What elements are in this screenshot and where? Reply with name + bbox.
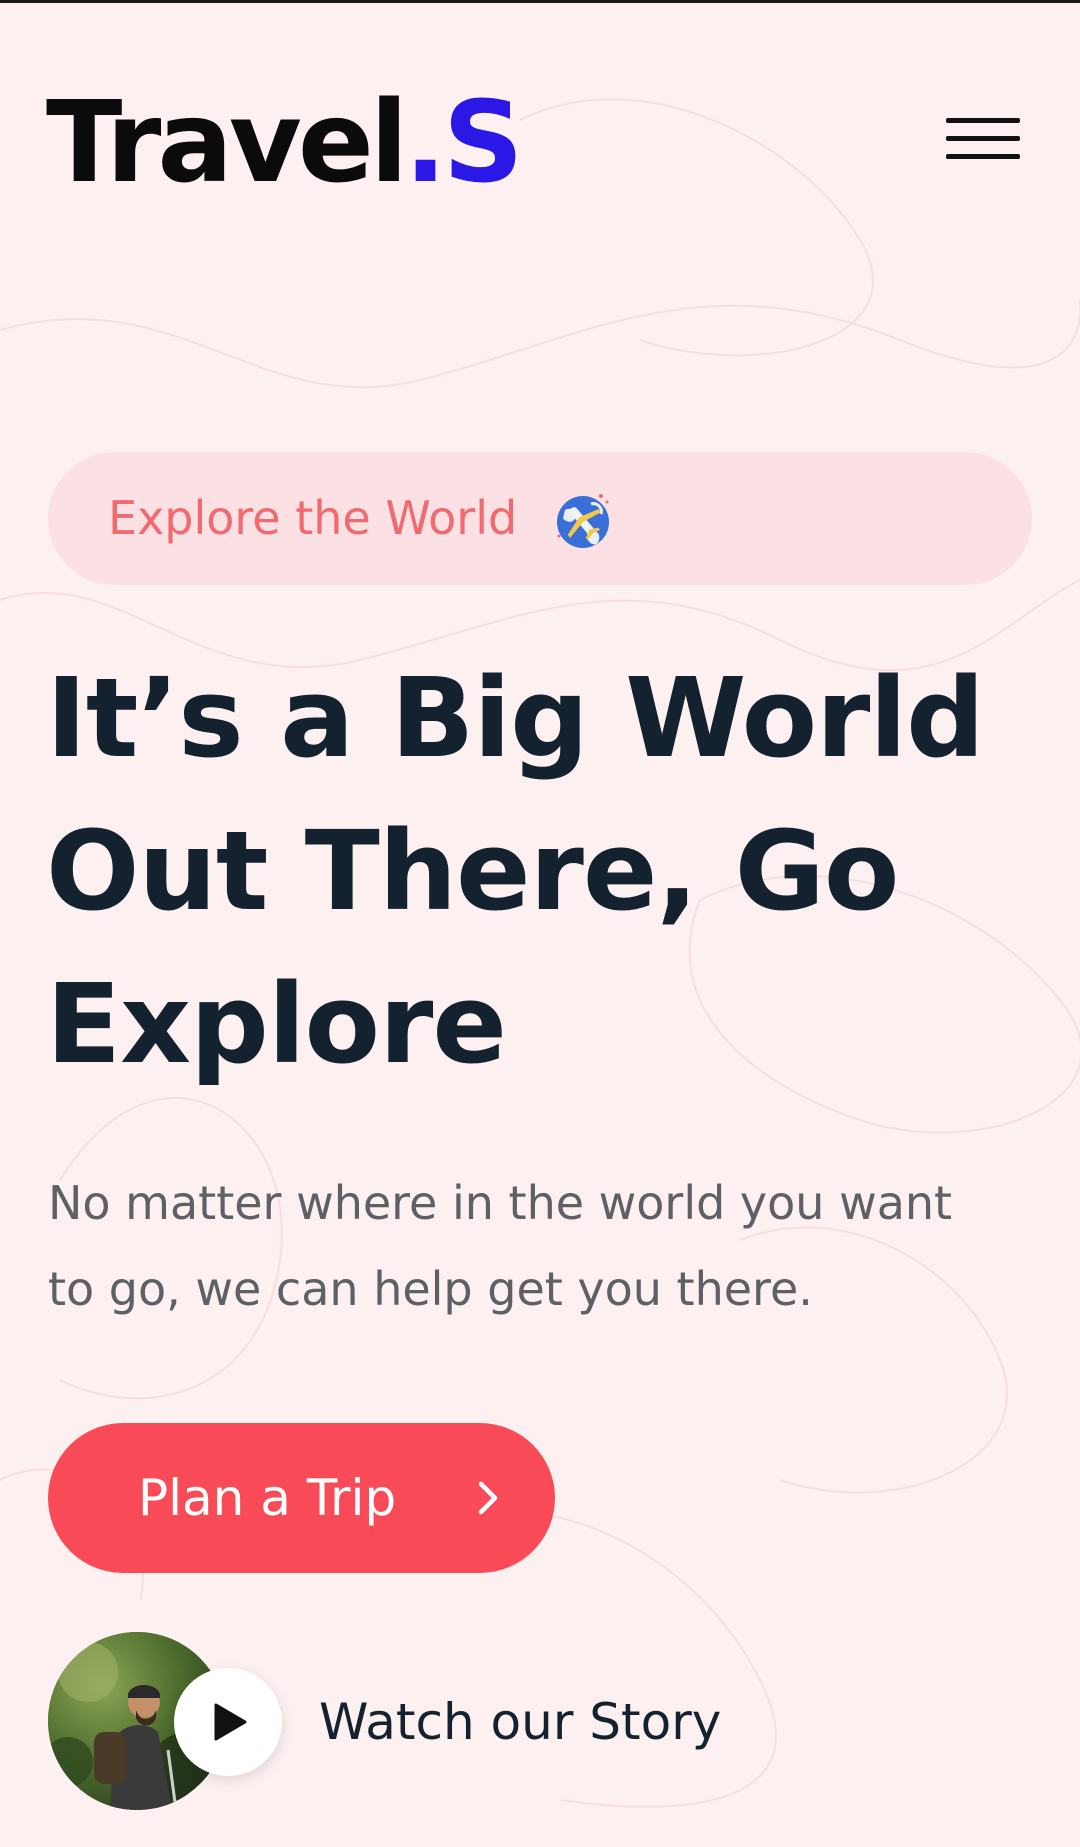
menu-bar (946, 154, 1020, 159)
play-icon (214, 1703, 247, 1741)
play-button[interactable] (174, 1668, 282, 1776)
hamburger-menu-icon[interactable] (946, 112, 1020, 162)
watch-story-section: Watch our Story (48, 1632, 848, 1812)
menu-bar (946, 136, 1020, 141)
headline-line: It’s a Big World (46, 654, 985, 782)
headline-line: Out There, Go (46, 807, 899, 935)
hero-headline: It’s a Big World Out There, Go Explore (46, 642, 1046, 1101)
chevron-right-icon (478, 1481, 498, 1515)
logo[interactable]: Travel.S (46, 78, 523, 208)
globe-airplane-icon (557, 494, 609, 548)
plan-a-trip-label: Plan a Trip (138, 1469, 397, 1527)
hero-subtext: No matter where in the world you want to… (48, 1176, 953, 1316)
plan-a-trip-button[interactable]: Plan a Trip (48, 1423, 555, 1573)
menu-bar (946, 118, 1020, 123)
headline-line: Explore (46, 960, 507, 1088)
logo-accent-text: .S (404, 78, 523, 208)
explore-badge: Explore the World (48, 452, 1032, 585)
explore-badge-label: Explore the World (108, 491, 518, 545)
site-header: Travel.S (0, 0, 1080, 230)
watch-story-link[interactable]: Watch our Story (319, 1632, 721, 1812)
logo-main-text: Travel (46, 78, 408, 208)
